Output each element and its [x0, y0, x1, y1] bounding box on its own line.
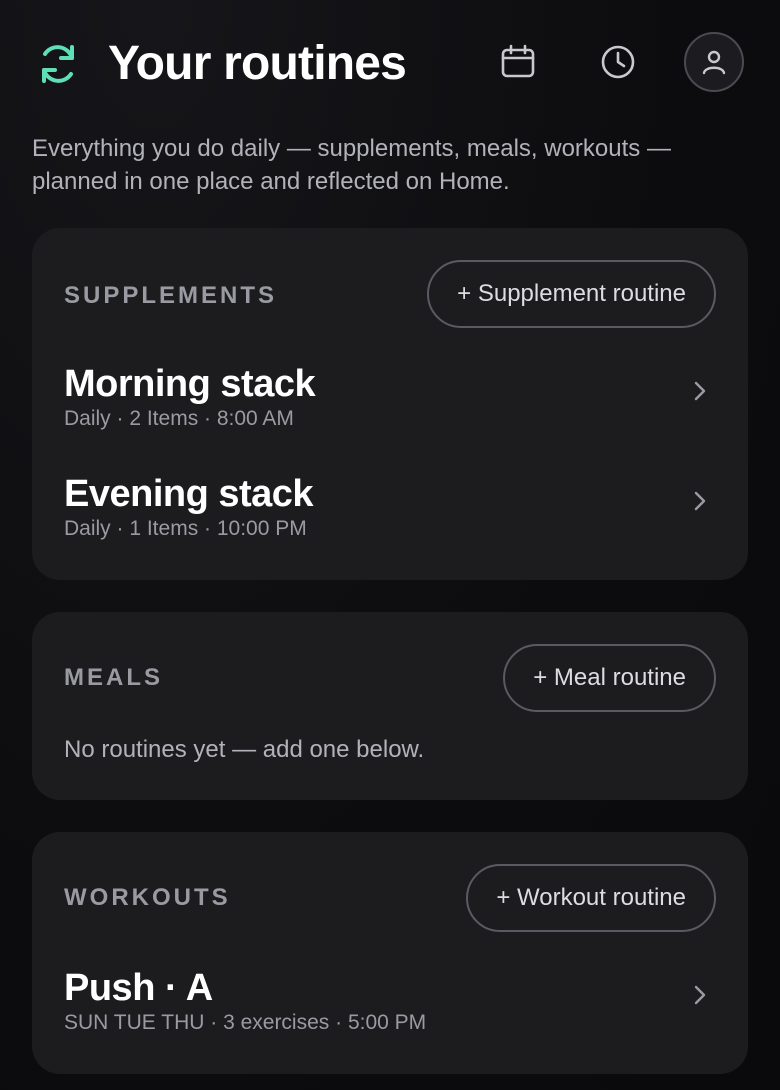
header: Your routines — [32, 30, 748, 96]
section-label: WORKOUTS — [64, 884, 231, 911]
profile-button[interactable] — [684, 32, 744, 92]
section-label: SUPPLEMENTS — [64, 282, 278, 309]
routine-meta: Daily · 1 Items · 10:00 PM — [64, 517, 307, 540]
empty-state-text: No routines yet — add one below. — [64, 736, 425, 763]
chevron-right-icon — [694, 985, 706, 1005]
routine-title: Push · A — [64, 967, 213, 1009]
history-button[interactable] — [588, 32, 648, 92]
routine-meta: Daily · 2 Items · 8:00 AM — [64, 407, 294, 430]
routine-row[interactable]: Morning stack Daily · 2 Items · 8:00 AM — [32, 362, 748, 452]
page-subtitle: Everything you do daily — supplements, m… — [32, 135, 671, 195]
sync-icon — [42, 45, 74, 83]
routine-meta: SUN TUE THU · 3 exercises · 5:00 PM — [64, 1011, 427, 1034]
routine-row[interactable]: Push · A SUN TUE THU · 3 exercises · 5:0… — [32, 966, 748, 1056]
calendar-button[interactable] — [488, 32, 548, 92]
add-meal-routine-button[interactable]: + Meal routine — [503, 644, 716, 712]
routine-title: Evening stack — [64, 473, 314, 515]
user-icon — [702, 50, 726, 75]
routine-row[interactable]: Evening stack Daily · 1 Items · 10:00 PM — [32, 472, 748, 562]
add-workout-routine-button[interactable]: + Workout routine — [466, 864, 716, 932]
chevron-right-icon — [694, 381, 706, 401]
supplements-card: SUPPLEMENTS + Supplement routine Morning… — [32, 228, 748, 580]
chevron-right-icon — [694, 491, 706, 511]
clock-icon — [601, 45, 635, 79]
routine-title: Morning stack — [64, 363, 316, 405]
routines-page: Your routines Everything you do daily — … — [0, 0, 780, 1090]
calendar-icon — [501, 44, 535, 78]
page-title: Your routines — [108, 37, 407, 90]
add-supplement-routine-button[interactable]: + Supplement routine — [427, 260, 716, 328]
meals-card: MEALS + Meal routine No routines yet — a… — [32, 612, 748, 800]
workouts-card: WORKOUTS + Workout routine Push · A SUN … — [32, 832, 748, 1074]
section-label: MEALS — [64, 664, 163, 691]
